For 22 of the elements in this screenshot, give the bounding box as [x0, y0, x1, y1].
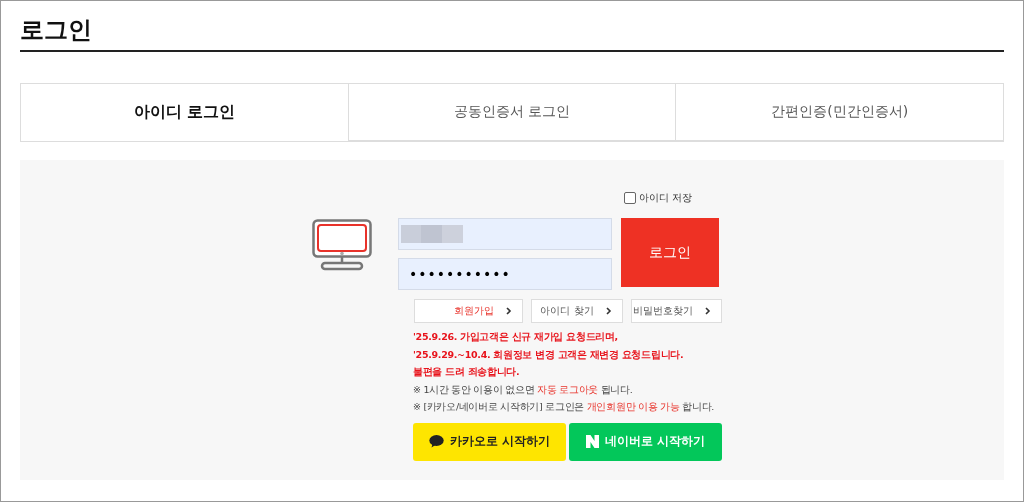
login-button[interactable]: 로그인 [621, 218, 719, 287]
account-link[interactable]: 회원가입 [414, 299, 524, 323]
monitor-icon [312, 219, 372, 273]
account-link[interactable]: 아이디 찾기 [531, 299, 623, 323]
notice-text: '25.9.26. 가입고객은 신규 재가입 요청드리며, [413, 330, 619, 344]
notice-text: '25.9.29.~10.4. 회원정보 변경 고객은 재변경 요청드립니다. [413, 347, 685, 362]
speech-bubble-icon [429, 435, 444, 448]
account-link[interactable]: 비밀번호찾기 [630, 299, 722, 323]
chevron-icon [705, 307, 711, 315]
chevron-icon [605, 307, 612, 315]
page-title: 로그인 [20, 15, 93, 45]
password-field[interactable]: ••••••••••• [398, 258, 612, 290]
chevron-icon [506, 307, 513, 315]
remember-id-checkbox[interactable]: 아이디 저장 [623, 190, 692, 206]
notice-text: ※ 1시간 동안 이용이 없으면 자동 로그아웃 됩니다. [413, 382, 634, 397]
login-tab[interactable]: 공동인증서 로그인 [347, 84, 676, 141]
id-field[interactable] [398, 218, 612, 250]
notice-text: ※ [카카오/네이버로 시작하기] 로그인은 개인회원만 이용 가능 합니다. [413, 400, 716, 414]
notice-text: 불편을 드려 죄송합니다. [413, 365, 521, 379]
login-tab[interactable]: 간편인증(민간인증서) [675, 84, 1003, 141]
kakao-start-button[interactable]: 카카오로 시작하기 [413, 422, 566, 461]
n-logo-icon [586, 435, 599, 448]
